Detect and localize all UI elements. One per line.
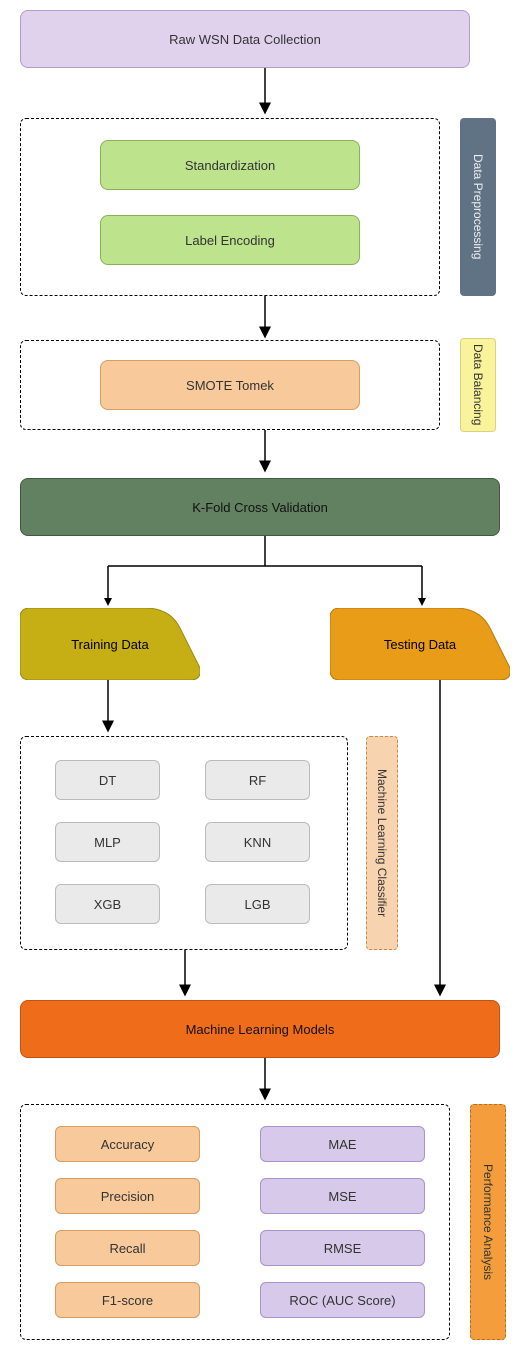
node-rmse: RMSE	[260, 1230, 425, 1266]
arrow-models-perf	[260, 1058, 280, 1104]
node-lgb: LGB	[205, 884, 310, 924]
arrow-clf-models	[180, 950, 200, 1000]
node-standardization: Standardization	[100, 140, 360, 190]
arrow-kfold-split	[0, 536, 532, 616]
label-balancing: Data Balancing	[460, 338, 496, 432]
arrow-train-clf	[103, 680, 123, 736]
node-raw: Raw WSN Data Collection	[20, 10, 470, 68]
label-classifier: Machine Learning Classifier	[366, 736, 398, 950]
node-mlp: MLP	[55, 822, 160, 862]
node-accuracy: Accuracy	[55, 1126, 200, 1162]
node-f1: F1-score	[55, 1282, 200, 1318]
node-label-encoding: Label Encoding	[100, 215, 360, 265]
diagram-canvas: Raw WSN Data Collection Standardization …	[0, 0, 532, 1360]
node-rf: RF	[205, 760, 310, 800]
node-training-label: Training Data	[20, 608, 200, 680]
arrow-raw-pre	[260, 68, 280, 118]
node-training: Training Data	[20, 608, 200, 680]
arrow-bal-kfold	[260, 430, 280, 476]
node-smote: SMOTE Tomek	[100, 360, 360, 410]
node-testing-label: Testing Data	[330, 608, 510, 680]
node-recall: Recall	[55, 1230, 200, 1266]
node-dt: DT	[55, 760, 160, 800]
arrow-test-models	[435, 680, 455, 1000]
node-kfold: K-Fold Cross Validation	[20, 478, 500, 536]
node-precision: Precision	[55, 1178, 200, 1214]
arrow-pre-bal	[260, 296, 280, 342]
node-mse: MSE	[260, 1178, 425, 1214]
node-roc: ROC (AUC Score)	[260, 1282, 425, 1318]
node-testing: Testing Data	[330, 608, 510, 680]
node-models: Machine Learning Models	[20, 1000, 500, 1058]
node-mae: MAE	[260, 1126, 425, 1162]
node-xgb: XGB	[55, 884, 160, 924]
label-performance: Performance Analysis	[470, 1104, 506, 1340]
node-knn: KNN	[205, 822, 310, 862]
label-preprocessing: Data Preprocessing	[460, 118, 496, 296]
